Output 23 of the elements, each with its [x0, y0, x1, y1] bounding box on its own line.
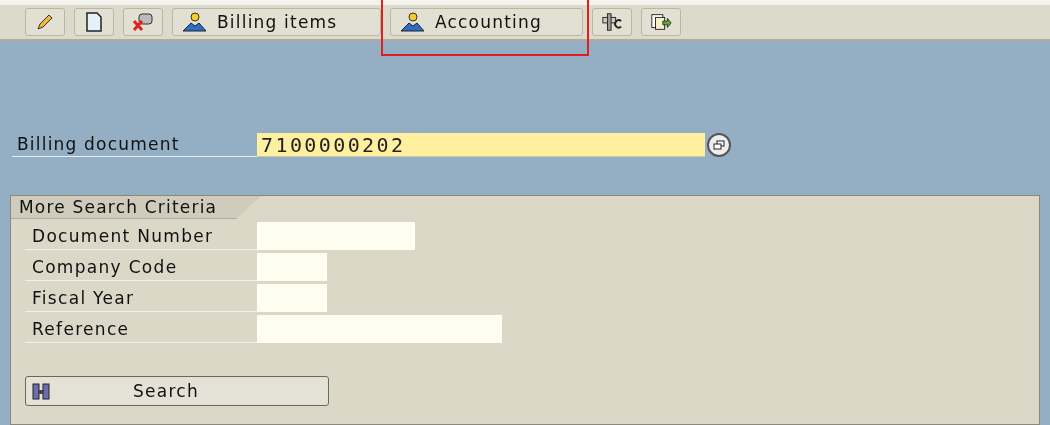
input-field[interactable]: [257, 315, 502, 343]
toolbar-button[interactable]: [641, 8, 681, 36]
toolbox-icon: [601, 12, 623, 32]
toolbar-button[interactable]: Accounting: [390, 8, 583, 36]
binoculars-icon: [32, 382, 50, 400]
cancel-icon: [132, 12, 154, 32]
toolbar-button[interactable]: [592, 8, 632, 36]
billing-document-field[interactable]: 7100000202: [257, 133, 705, 157]
field-label: Billing document: [12, 133, 257, 157]
toolbar-button[interactable]: [25, 8, 65, 36]
person-mountain-icon: [181, 12, 207, 32]
input-field[interactable]: [257, 284, 327, 312]
pencil-icon: [35, 12, 55, 32]
search-button[interactable]: Search: [25, 376, 329, 406]
input-field[interactable]: [257, 253, 327, 281]
document-arrow-icon: [650, 12, 672, 32]
toolbar-button[interactable]: Billing items: [172, 8, 381, 36]
windows-icon: [713, 140, 725, 150]
input-field[interactable]: [257, 222, 415, 250]
toolbar-button[interactable]: [74, 8, 114, 36]
match-button[interactable]: [707, 133, 731, 157]
person-mountain-icon: [399, 12, 425, 32]
page-icon: [85, 12, 103, 32]
